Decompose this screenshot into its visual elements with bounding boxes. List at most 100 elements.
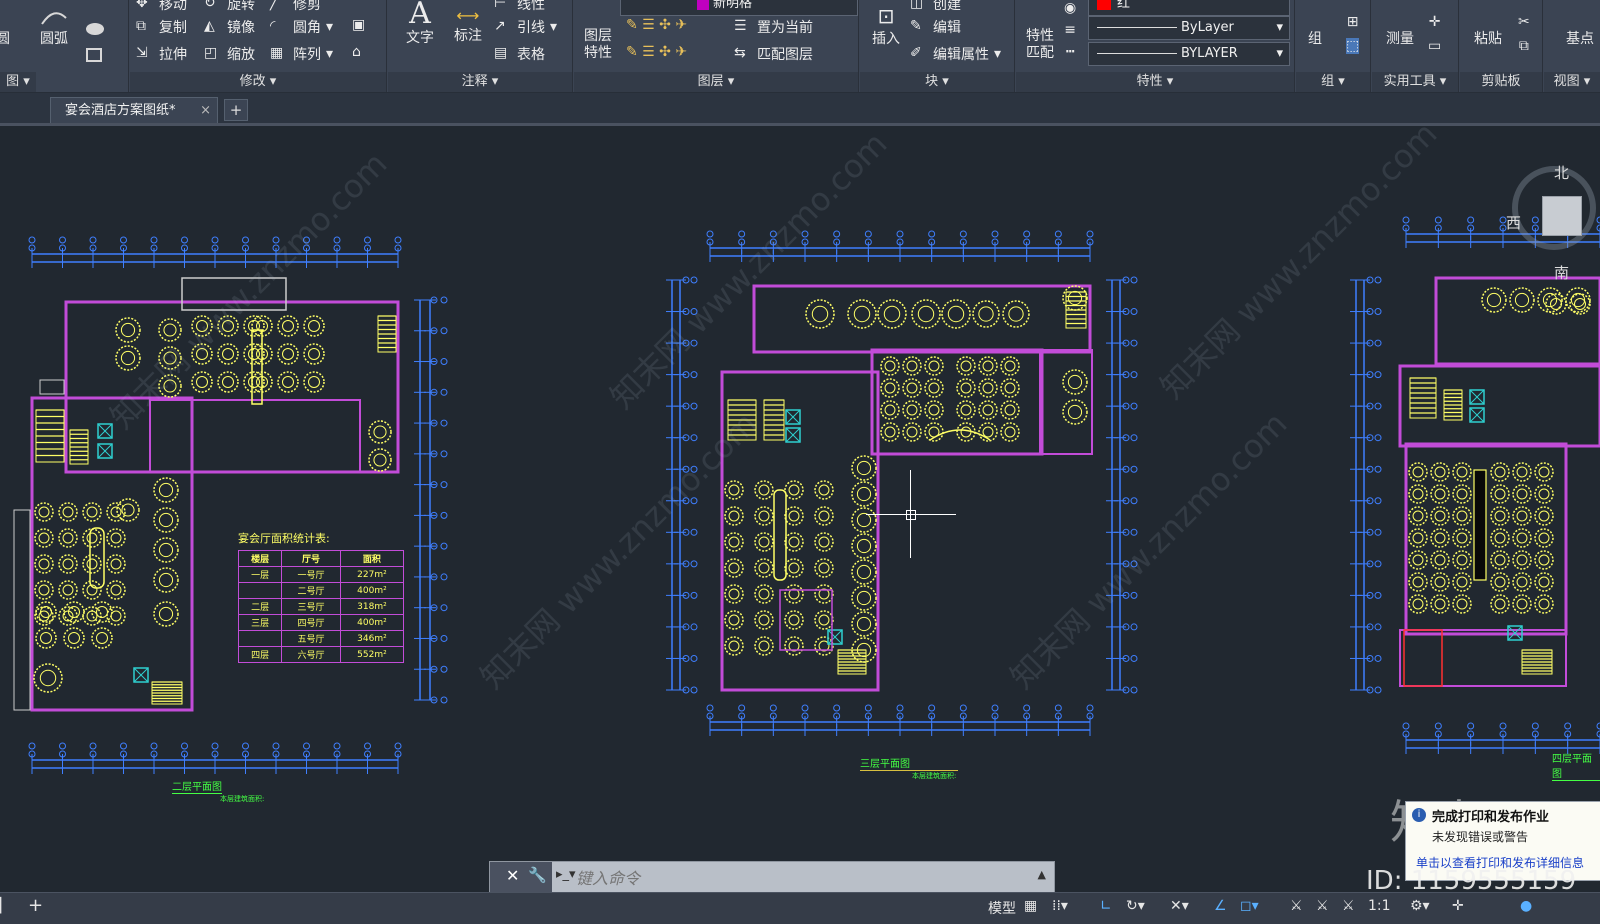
workspace-gear-icon[interactable]: ⚙▾	[1410, 898, 1430, 914]
paste-button[interactable]: 粘贴	[1468, 28, 1508, 48]
axis-bubble	[394, 236, 402, 244]
banquet-table-top	[856, 564, 872, 580]
clipboard-tools[interactable]: ✂ ⧉	[1518, 14, 1530, 54]
layer-dropdown[interactable]: 新明格	[620, 0, 858, 16]
banquet-table-top	[40, 632, 52, 644]
arc-button[interactable]: 圆弧	[40, 12, 68, 48]
axis-bubble	[706, 704, 714, 712]
grid-icon[interactable]: ▦	[1024, 898, 1037, 914]
isolate-icon[interactable]: ●	[1520, 898, 1532, 914]
dimension-button[interactable]: ⟷ 标注	[448, 6, 488, 45]
model-space-button[interactable]: 模型	[988, 898, 1016, 918]
command-prompt-icon[interactable]: ▸_▾	[556, 867, 576, 882]
banquet-table-top	[1538, 576, 1550, 588]
fillet-button[interactable]: ◜ 圆角 ▾	[270, 17, 333, 37]
viewcube-north[interactable]: 北	[1554, 162, 1569, 183]
axis-bubble	[896, 230, 904, 238]
draw-panel-title[interactable]: 图 ▾	[0, 72, 36, 92]
new-tab-button[interactable]: +	[224, 99, 248, 121]
annotation-scale-icon[interactable]: ⚔	[1342, 898, 1355, 914]
scale-button[interactable]: ◰ 缩放	[204, 44, 255, 64]
edit-block-button[interactable]: ✎ 编辑	[910, 17, 961, 37]
osnap-tracking-icon[interactable]: ✕▾	[1170, 898, 1189, 914]
close-tab-icon[interactable]: ×	[200, 98, 211, 124]
mirror-button[interactable]: ◭ 镜像	[204, 17, 255, 37]
auto-scale-icon[interactable]: ⚔	[1316, 898, 1329, 914]
draw-tool-1-icon[interactable]	[84, 20, 106, 42]
banquet-table-top	[1067, 374, 1083, 390]
viewcube-west[interactable]: 西	[1506, 212, 1521, 233]
drawing-canvas[interactable]: 宴会厅面积统计表: 楼层 厅号 面积 一层 一号厅 227m² 二号厅 400m² 二层 三号厅 3…	[0, 126, 1600, 892]
annotation-visibility-icon[interactable]: ⚔	[1290, 898, 1303, 914]
clipboard-panel-title[interactable]: 剪贴板	[1460, 72, 1542, 92]
group-tools[interactable]: ⊞ ⬚	[1346, 14, 1360, 54]
set-current-button[interactable]: ☰ 置为当前	[734, 17, 813, 37]
isodraft-icon[interactable]: ∠	[1214, 898, 1227, 914]
modify-panel-title[interactable]: 修改 ▾	[130, 72, 386, 92]
layer-properties-button[interactable]: 图层 特性	[578, 28, 618, 62]
snap-icon[interactable]: ⁞⁞▾	[1052, 898, 1068, 914]
viewcube-face[interactable]	[1542, 196, 1582, 236]
banquet-table	[277, 343, 299, 365]
match-layer-button[interactable]: ⇆ 匹配图层	[734, 44, 813, 64]
lineweight-dropdown[interactable]: BYLAYER ▾	[1088, 42, 1290, 66]
linetype-dropdown[interactable]: ByLayer ▾	[1088, 16, 1290, 40]
close-command-icon[interactable]: ✕	[506, 866, 519, 885]
file-tab[interactable]: 宴会酒店方案图纸* ×	[50, 97, 218, 123]
command-history-arrow[interactable]: ▲	[1038, 868, 1046, 881]
banquet-table	[978, 400, 998, 420]
properties-panel-title[interactable]: 特性 ▾	[1016, 72, 1294, 92]
banquet-table-top	[308, 376, 320, 388]
osnap-icon[interactable]: ◻▾	[1240, 898, 1259, 914]
text-button[interactable]: A 文字	[400, 0, 440, 51]
base-point-button[interactable]: 基点	[1560, 28, 1600, 48]
group-panel-title[interactable]: 组 ▾	[1296, 72, 1370, 92]
modify-extra-2-icon[interactable]: ⌂	[352, 44, 370, 62]
utility-tools[interactable]: ✛ ▭	[1428, 14, 1441, 54]
add-icon[interactable]: ✛	[1452, 898, 1464, 914]
create-block-button[interactable]: ◫ 创建	[910, 0, 961, 14]
annotation-scale-value[interactable]: 1:1	[1368, 898, 1391, 914]
polar-icon[interactable]: ↻▾	[1126, 898, 1145, 914]
leader-button[interactable]: ↗ 引线 ▾	[494, 17, 557, 37]
edit-attribute-button[interactable]: ✐ 编辑属性 ▾	[910, 44, 1001, 64]
trim-button[interactable]: ╱ 修剪	[270, 0, 321, 14]
block-panel-title[interactable]: 块 ▾	[860, 72, 1014, 92]
ortho-icon[interactable]: ∟	[1100, 898, 1112, 914]
crosshair-box	[906, 510, 916, 520]
match-properties-button[interactable]: 特性 匹配	[1020, 28, 1060, 62]
banquet-table-top	[818, 562, 830, 574]
viewcube-south[interactable]: 南	[1554, 262, 1569, 283]
stretch-button[interactable]: ⇲ 拉伸	[136, 44, 187, 64]
circle-button[interactable]: 圆	[0, 28, 10, 48]
banquet-table	[1062, 285, 1088, 311]
axis-bubble	[120, 236, 127, 244]
utilities-panel-title[interactable]: 实用工具 ▾	[1372, 72, 1458, 92]
linear-button[interactable]: ⊢ 线性	[494, 0, 545, 14]
banquet-table-top	[62, 506, 74, 518]
copy-button[interactable]: ⧉ 复制	[136, 17, 187, 37]
banquet-table-top	[978, 306, 994, 322]
annotation-panel-title[interactable]: 注释 ▾	[388, 72, 572, 92]
array-button[interactable]: ▦ 阵列 ▾	[270, 44, 333, 64]
banquet-table-top	[196, 320, 208, 332]
table-button[interactable]: ▤ 表格	[494, 44, 545, 64]
group-button[interactable]: 组	[1300, 28, 1330, 48]
modify-extra-1-icon[interactable]: ▣	[352, 17, 370, 35]
move-button[interactable]: ✥ 移动	[136, 0, 187, 14]
measure-button[interactable]: 测量	[1380, 28, 1420, 48]
customize-wrench-icon[interactable]: 🔧	[528, 866, 547, 884]
add-layout-button[interactable]: +	[28, 895, 43, 916]
insert-button[interactable]: ⊡ 插入	[866, 4, 906, 48]
view-panel-title[interactable]: 视图 ▾	[1544, 72, 1600, 92]
banquet-table-top	[856, 616, 872, 632]
layer-tools-row1[interactable]: ✎ ☰ ✣ ✈	[626, 17, 687, 33]
rotate-button[interactable]: ↻ 旋转	[204, 0, 255, 14]
draw-tool-2-icon[interactable]	[84, 46, 106, 68]
command-input[interactable]	[574, 865, 1018, 891]
layer-tools-row2[interactable]: ✎ ☰ ✣ ✈	[626, 44, 687, 60]
banquet-table-top	[818, 510, 830, 522]
layers-panel-title[interactable]: 图层 ▾	[574, 72, 858, 92]
layout-menu-icon[interactable]: ▏	[0, 898, 11, 914]
color-dropdown[interactable]: 红	[1088, 0, 1290, 16]
